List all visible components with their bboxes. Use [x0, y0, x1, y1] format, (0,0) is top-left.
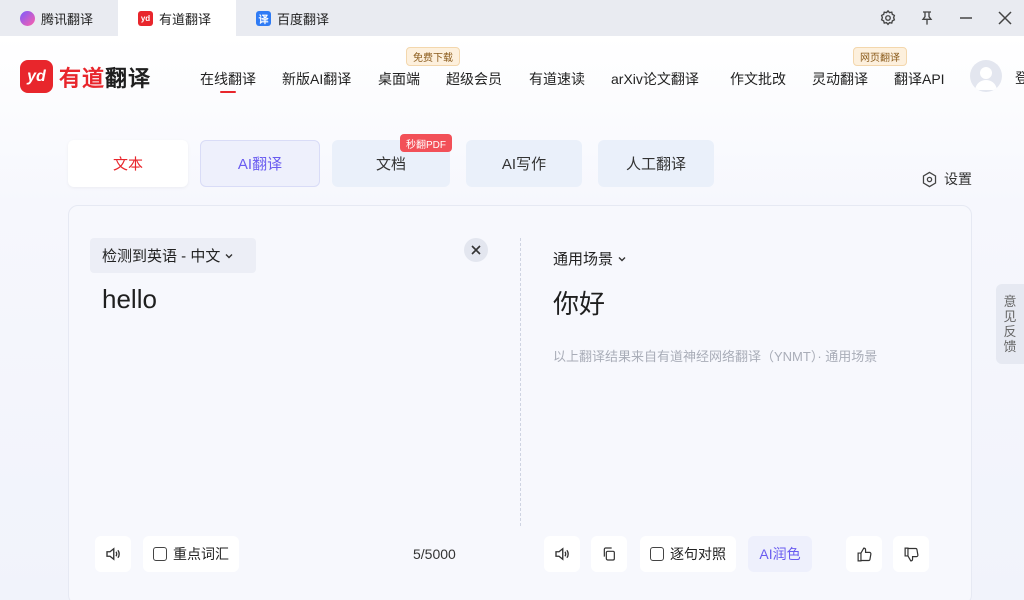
- nav-online-translate[interactable]: 在线翻译: [200, 69, 256, 93]
- login-link[interactable]: 登: [1015, 68, 1024, 88]
- pdf-badge: 秒翻PDF: [400, 134, 452, 152]
- close-window-button[interactable]: [985, 0, 1024, 36]
- translation-source-note: 以上翻译结果来自有道神经网络翻译（YNMT）· 通用场景: [553, 349, 878, 364]
- nav-smart-translate[interactable]: 灵动翻译: [812, 69, 868, 89]
- nav-arxiv-translate[interactable]: arXiv论文翻译: [611, 69, 699, 89]
- logo-text: 有道翻译: [59, 65, 152, 91]
- youdao-logo[interactable]: yd 有道翻译: [20, 60, 151, 93]
- settings-label: 设置: [944, 171, 972, 187]
- thumbs-up-icon: [857, 547, 871, 561]
- pin-icon: [921, 11, 932, 25]
- thumbs-down-button[interactable]: [893, 536, 929, 572]
- panel-divider: [520, 238, 521, 526]
- web-translate-badge: 网页翻译: [853, 47, 907, 66]
- tab-label: 腾讯翻译: [41, 11, 94, 27]
- nav-new-ai-translate[interactable]: 新版AI翻译: [282, 69, 351, 89]
- mode-tab-text[interactable]: 文本: [68, 140, 188, 187]
- copy-icon: [603, 547, 615, 561]
- settings-button[interactable]: 设置: [921, 169, 972, 189]
- nav-desktop[interactable]: 桌面端: [378, 69, 420, 89]
- language-label: 检测到英语 - 中文: [102, 248, 221, 265]
- minimize-button[interactable]: [946, 0, 985, 36]
- mode-tab-ai-translate[interactable]: AI翻译: [200, 140, 320, 187]
- sentence-compare-checkbox[interactable]: [650, 547, 664, 561]
- speaker-icon: [555, 547, 569, 561]
- avatar[interactable]: [970, 60, 1002, 92]
- chevron-down-icon: [618, 256, 626, 261]
- tab-tencent-translate[interactable]: 腾讯翻译: [0, 0, 118, 36]
- close-icon: [471, 245, 481, 255]
- mode-tab-ai-write[interactable]: AI写作: [466, 140, 582, 187]
- free-download-badge: 免费下载: [406, 47, 460, 66]
- tab-label: 有道翻译: [159, 11, 212, 27]
- settings-gear-button[interactable]: [868, 0, 907, 36]
- nav-super-member[interactable]: 超级会员: [446, 69, 502, 89]
- key-words-label: 重点词汇: [173, 546, 229, 562]
- clear-input-button[interactable]: [464, 238, 488, 262]
- gear-icon: [880, 9, 895, 26]
- translation-result: 你好: [553, 289, 606, 319]
- key-words-checkbox[interactable]: [153, 547, 167, 561]
- close-icon: [997, 11, 1012, 25]
- source-text-input[interactable]: hello: [102, 284, 157, 315]
- window-controls: [868, 0, 1024, 36]
- thumbs-down-icon: [904, 547, 918, 561]
- ai-polish-button[interactable]: AI润色: [748, 536, 812, 572]
- tab-baidu-translate[interactable]: 译 百度翻译: [236, 0, 354, 36]
- char-count: 5/5000: [413, 546, 456, 562]
- baidu-icon: 译: [256, 10, 271, 26]
- nav-translate-api[interactable]: 翻译API: [894, 69, 945, 89]
- speaker-icon: [106, 547, 120, 561]
- logo-icon: yd: [20, 60, 53, 93]
- pin-button[interactable]: [907, 0, 946, 36]
- nav-speed-read[interactable]: 有道速读: [529, 69, 585, 89]
- language-selector[interactable]: 检测到英语 - 中文: [90, 238, 256, 273]
- settings-icon: [922, 171, 937, 187]
- scene-selector[interactable]: 通用场景: [553, 248, 627, 269]
- feedback-char: 见: [1003, 309, 1017, 324]
- thumbs-up-button[interactable]: [846, 536, 882, 572]
- source-speak-button[interactable]: [95, 536, 131, 572]
- scene-label: 通用场景: [553, 251, 614, 268]
- minimize-icon: [959, 17, 972, 19]
- feedback-char: 意: [1003, 294, 1017, 309]
- feedback-char: 馈: [1003, 339, 1017, 354]
- mode-tab-human-translate[interactable]: 人工翻译: [598, 140, 714, 187]
- youdao-icon: yd: [138, 10, 153, 26]
- tencent-icon: [20, 10, 35, 26]
- sentence-compare-label: 逐句对照: [670, 546, 726, 562]
- feedback-char: 反: [1003, 324, 1017, 339]
- user-icon: [975, 67, 997, 90]
- key-words-toggle[interactable]: 重点词汇: [143, 536, 239, 572]
- nav-essay-correction[interactable]: 作文批改: [730, 69, 786, 89]
- feedback-tab[interactable]: 意 见 反 馈: [996, 284, 1024, 364]
- copy-button[interactable]: [591, 536, 627, 572]
- tab-youdao-translate[interactable]: yd 有道翻译: [118, 0, 236, 36]
- chevron-down-icon: [225, 253, 233, 258]
- target-speak-button[interactable]: [544, 536, 580, 572]
- tab-label: 百度翻译: [277, 11, 330, 27]
- sentence-compare-toggle[interactable]: 逐句对照: [640, 536, 736, 572]
